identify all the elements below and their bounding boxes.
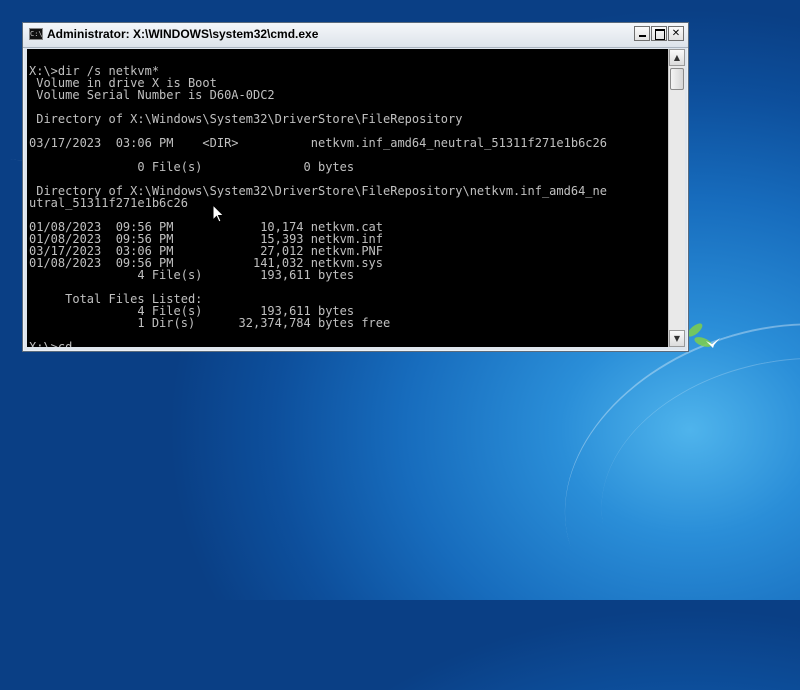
console-line: X:\>cd [29,340,73,347]
window-title: Administrator: X:\WINDOWS\system32\cmd.e… [47,27,319,41]
title-bar[interactable]: C:\ Administrator: X:\WINDOWS\system32\c… [23,23,688,48]
bird-icon [706,338,720,348]
console-line: 0 File(s) 0 bytes [29,160,355,174]
cmd-icon[interactable]: C:\ [29,28,43,40]
arrow-down-icon: ▼ [673,334,681,343]
console-line: Volume Serial Number is D60A-0DC2 [29,88,275,102]
console-text: X:\>dir /s netkvm* Volume in drive X is … [27,49,668,347]
close-button[interactable]: ✕ [668,26,684,41]
scroll-up-button[interactable]: ▲ [669,49,685,66]
minimize-button[interactable] [634,26,650,41]
maximize-button[interactable] [651,26,667,41]
scroll-thumb[interactable] [670,68,684,90]
wallpaper-streak [580,328,800,653]
scroll-down-button[interactable]: ▼ [669,330,685,347]
mouse-pointer-icon [212,204,225,223]
cmd-window[interactable]: C:\ Administrator: X:\WINDOWS\system32\c… [22,22,689,352]
maximize-icon [655,29,665,40]
minimize-icon [639,35,646,37]
console-line: Directory of X:\Windows\System32\DriverS… [29,112,463,126]
arrow-up-icon: ▲ [673,53,681,62]
console-line: 03/17/2023 03:06 PM <DIR> netkvm.inf_amd… [29,136,607,150]
console-line: utral_51311f271e1b6c26 [29,196,188,210]
console-line: 1 Dir(s) 32,374,784 bytes free [29,316,391,330]
console-output[interactable]: X:\>dir /s netkvm* Volume in drive X is … [27,49,668,347]
vertical-scrollbar[interactable]: ▲ ▼ [668,49,685,347]
console-line: 4 File(s) 193,611 bytes [29,268,355,282]
close-icon: ✕ [671,28,681,39]
